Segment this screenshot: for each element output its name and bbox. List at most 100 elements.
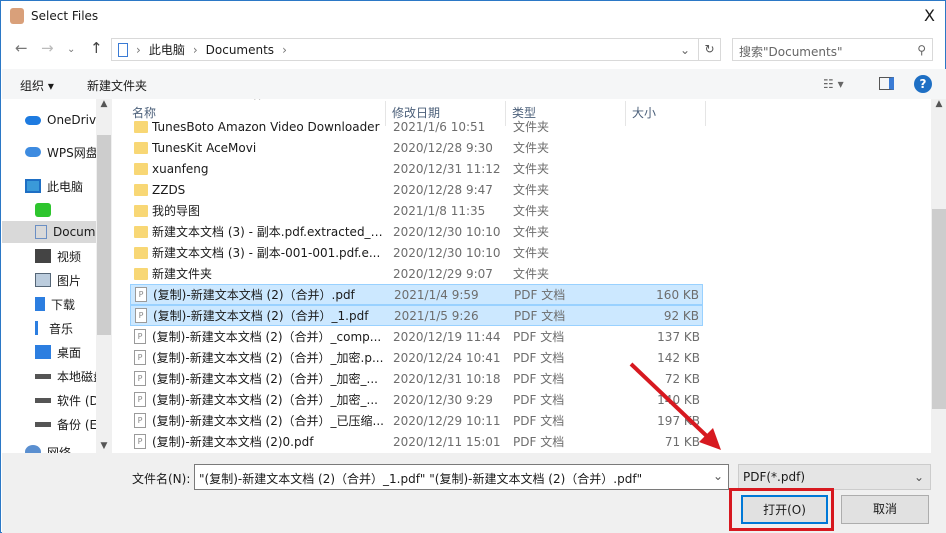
file-date: 2020/12/29 10:11	[393, 413, 501, 428]
sidebar-item-label: 本地磁盘	[57, 369, 96, 384]
sidebar-item-label: 下载	[51, 297, 76, 312]
file-dialog: Select Files X ← → ⌄ ↑ › 此电脑 › Documents…	[0, 0, 946, 533]
sidebar-item[interactable]: 下载	[2, 293, 96, 315]
file-row[interactable]: P (复制)-新建文本文档 (2)（合并）_加密.p... 2020/12/24 1…	[130, 347, 703, 368]
file-row[interactable]: 新建文件夹 2020/12/29 9:07 文件夹	[130, 263, 703, 284]
breadcrumb-this-pc[interactable]: 此电脑	[149, 41, 185, 58]
sidebar-item[interactable]: 软件 (D:)	[2, 389, 96, 411]
sidebar-item[interactable]: OneDrive	[2, 109, 96, 131]
pdf-file-icon: P	[134, 392, 146, 407]
organize-button[interactable]: 组织 ▾	[20, 77, 54, 94]
file-row[interactable]: P (复制)-新建文本文档 (2)（合并）_1.pdf 2021/1/5 9:26 P…	[130, 305, 703, 326]
file-type: 文件夹	[513, 141, 550, 155]
sidebar-item-label: 图片	[57, 273, 82, 288]
pdf-file-icon: P	[134, 434, 146, 449]
new-folder-button[interactable]: 新建文件夹	[87, 77, 147, 94]
file-name: 新建文本文档 (3) - 副本.pdf.extracted_i...	[152, 225, 384, 239]
cancel-button[interactable]: 取消	[841, 495, 929, 524]
file-row[interactable]: P (复制)-新建文本文档 (2)（合并）_comp... 2020/12/19 1…	[130, 326, 703, 347]
chevron-down-icon[interactable]: ⌄	[680, 43, 690, 57]
file-row[interactable]: P (复制)-新建文本文档 (2)0.pdf 2020/12/11 15:01 PDF…	[130, 431, 703, 452]
file-list-scrollbar[interactable]: ▲	[931, 99, 946, 453]
file-date: 2020/12/11 15:01	[393, 434, 501, 449]
file-type: 文件夹	[513, 162, 550, 176]
breadcrumb-documents[interactable]: Documents	[206, 43, 274, 57]
file-row[interactable]: xuanfeng 2020/12/31 11:12 文件夹	[130, 158, 703, 179]
recent-dropdown-icon[interactable]: ⌄	[67, 44, 75, 55]
file-date: 2021/1/6 10:51	[393, 119, 486, 134]
file-row[interactable]: ZZDS 2020/12/28 9:47 文件夹	[130, 179, 703, 200]
filename-input[interactable]: "(复制)-新建文本文档 (2)（合并）_1.pdf" "(复制)-新建文本文档…	[194, 464, 729, 490]
sidebar-item[interactable]: 桌面	[2, 341, 96, 363]
sidebar-item[interactable]	[2, 199, 96, 221]
sidebar-item[interactable]: 备份 (E:)	[2, 413, 96, 435]
app-icon	[10, 8, 24, 24]
sidebar-item[interactable]: WPS网盘	[2, 141, 96, 163]
highlight-box	[729, 488, 834, 531]
file-row[interactable]: 新建文本文档 (3) - 副本-001-001.pdf.e... 2020/12/…	[130, 242, 703, 263]
file-name: (复制)-新建文本文档 (2)（合并）_已压缩...	[152, 414, 384, 428]
up-icon[interactable]: ↑	[90, 39, 103, 57]
file-type: PDF 文档	[513, 351, 565, 365]
file-type-select[interactable]: PDF(*.pdf) ⌄	[738, 464, 931, 490]
picture-icon	[35, 273, 51, 287]
file-name: (复制)-新建文本文档 (2)（合并）_加密_...	[152, 372, 378, 386]
sidebar-scroll-thumb[interactable]	[97, 135, 111, 335]
forward-icon[interactable]: →	[41, 39, 54, 57]
window-title: Select Files	[31, 9, 99, 23]
search-input[interactable]: 搜索"Documents" ⚲	[732, 38, 933, 61]
file-type: PDF 文档	[513, 372, 565, 386]
file-date: 2021/1/4 9:59	[394, 287, 479, 302]
sidebar-item-label: 备份 (E:)	[57, 417, 96, 432]
file-row[interactable]: TunesKit AceMovi 2020/12/28 9:30 文件夹	[130, 137, 703, 158]
sidebar-item[interactable]: Documents	[2, 221, 96, 243]
sidebar-item[interactable]: 此电脑	[2, 175, 96, 197]
file-row[interactable]: P (复制)-新建文本文档 (2)（合并）_加密_... 2020/12/30 9:…	[130, 389, 703, 410]
preview-pane-icon[interactable]	[879, 77, 894, 90]
document-icon	[35, 225, 47, 239]
file-type: PDF 文档	[513, 435, 565, 449]
sidebar-item-label: Documents	[53, 225, 96, 239]
annotation-arrow-icon	[629, 362, 721, 450]
file-list-scroll-thumb[interactable]	[932, 209, 946, 409]
sidebar-item-label: WPS网盘	[47, 145, 96, 160]
file-row[interactable]: 新建文本文档 (3) - 副本.pdf.extracted_i... 2020/1…	[130, 221, 703, 242]
file-row[interactable]: P (复制)-新建文本文档 (2)（合并）_已压缩... 2020/12/29 10…	[130, 410, 703, 431]
sidebar-item[interactable]: 图片	[2, 269, 96, 291]
folder-icon	[134, 204, 148, 217]
file-date: 2021/1/8 11:35	[393, 203, 486, 218]
help-icon[interactable]: ?	[914, 75, 932, 93]
file-row[interactable]: TunesBoto Amazon Video Downloader 2021/1/…	[130, 116, 703, 137]
file-row[interactable]: P (复制)-新建文本文档 (2)（合并）.pdf 2021/1/4 9:59 PDF…	[130, 284, 703, 305]
sidebar-item[interactable]: 音乐	[2, 317, 96, 339]
back-icon[interactable]: ←	[15, 39, 28, 57]
file-name: TunesBoto Amazon Video Downloader	[152, 119, 380, 134]
folder-icon	[134, 183, 148, 196]
file-type: 文件夹	[513, 204, 550, 218]
file-name: 新建文件夹	[152, 267, 213, 281]
address-bar[interactable]: › 此电脑 › Documents › ⌄	[111, 38, 699, 61]
folder-icon	[134, 246, 148, 259]
file-date: 2021/1/5 9:26	[394, 308, 479, 323]
drive-icon	[35, 421, 51, 427]
close-button[interactable]: X	[924, 6, 935, 25]
file-row[interactable]: 我的导图 2021/1/8 11:35 文件夹	[130, 200, 703, 221]
file-type: PDF 文档	[513, 330, 565, 344]
file-date: 2020/12/31 10:18	[393, 371, 501, 386]
folder-icon	[134, 225, 148, 238]
sidebar-item[interactable]: 视频	[2, 245, 96, 267]
file-date: 2020/12/28 9:30	[393, 140, 493, 155]
file-name: xuanfeng	[152, 161, 209, 176]
view-options-icon[interactable]: ☷ ▾	[823, 77, 844, 91]
filename-dropdown-icon[interactable]: ⌄	[713, 469, 723, 483]
pdf-file-icon: P	[134, 371, 146, 386]
sidebar-item-label: 视频	[57, 249, 82, 264]
sidebar-item[interactable]: 本地磁盘	[2, 365, 96, 387]
sidebar-item[interactable]: 网络	[2, 441, 96, 453]
search-icon: ⚲	[917, 43, 926, 57]
file-row[interactable]: P (复制)-新建文本文档 (2)（合并）_加密_... 2020/12/31 10…	[130, 368, 703, 389]
search-placeholder: 搜索"Documents"	[739, 45, 843, 59]
refresh-icon[interactable]: ↻	[699, 38, 721, 61]
desktop-icon	[35, 345, 51, 359]
filename-label: 文件名(N):	[132, 472, 191, 486]
